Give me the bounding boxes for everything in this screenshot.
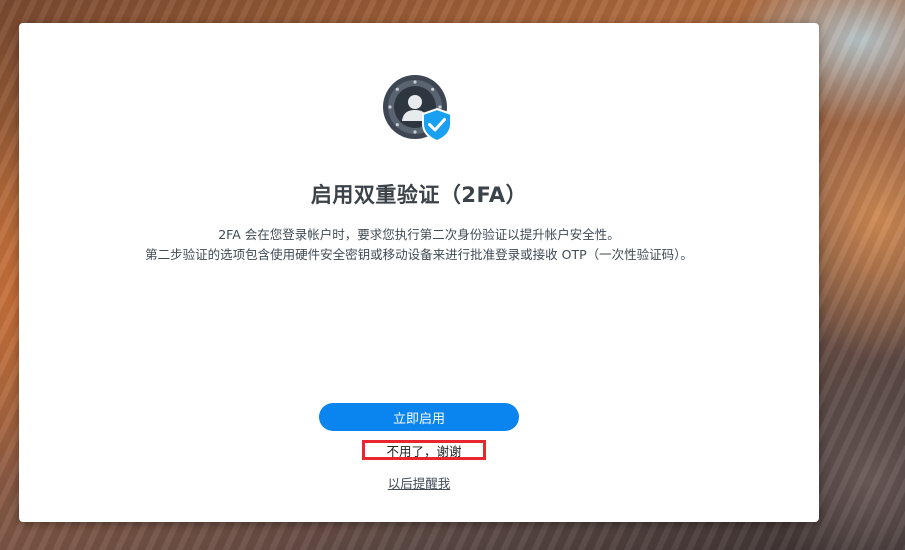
dialog-title: 启用双重验证（2FA） xyxy=(310,183,528,207)
no-thanks-link[interactable]: 不用了，谢谢 xyxy=(362,440,486,460)
enable-now-button[interactable]: 立即启用 xyxy=(319,403,519,431)
enable-2fa-dialog: 启用双重验证（2FA） 2FA 会在您登录帐户时，要求您执行第二次身份验证以提升… xyxy=(19,23,819,522)
remind-later-link[interactable]: 以后提醒我 xyxy=(19,473,819,492)
shield-check-user-icon xyxy=(383,75,452,143)
dialog-description-line-1: 2FA 会在您登录帐户时，要求您执行第二次身份验证以提升帐户安全性。 xyxy=(218,227,620,242)
dialog-description-line-2: 第二步验证的选项包含使用硬件安全密钥或移动设备来进行批准登录或接收 OTP（一次… xyxy=(145,247,693,262)
